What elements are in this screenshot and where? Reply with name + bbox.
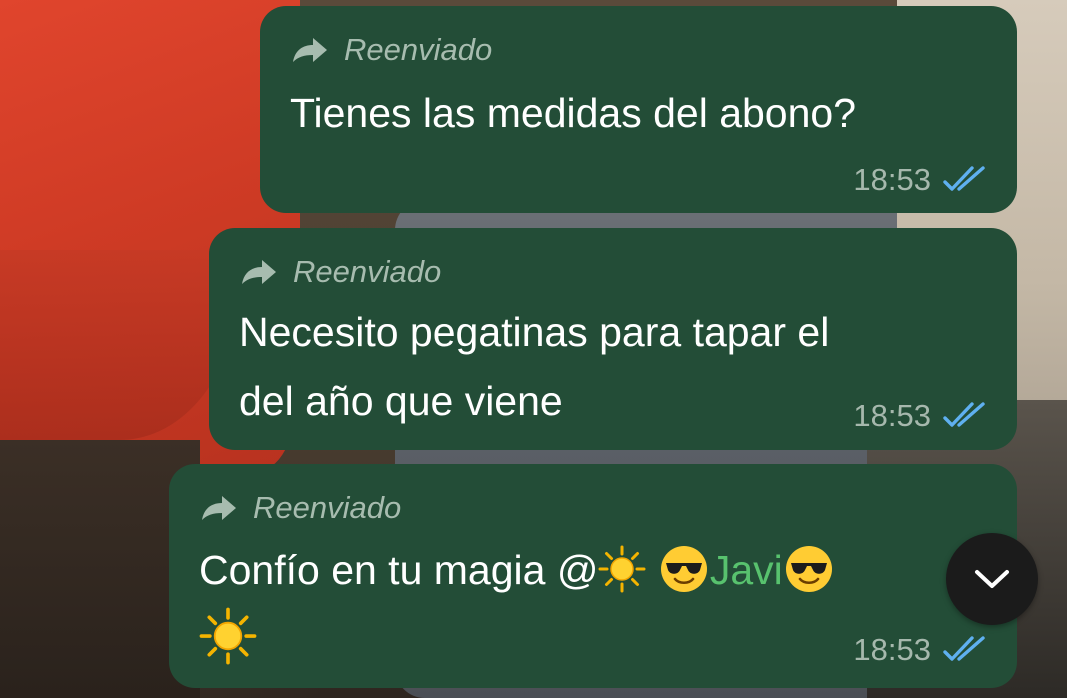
- message-time: 18:53: [853, 632, 931, 667]
- sunglasses-emoji-icon: [783, 543, 835, 595]
- double-check-icon: [943, 165, 989, 195]
- mention-at: @: [556, 547, 599, 593]
- message-bubble[interactable]: Reenviado Tienes las medidas del abono? …: [260, 6, 1017, 213]
- sun-emoji-icon: [199, 607, 257, 665]
- forward-arrow-icon: [199, 493, 239, 523]
- double-check-icon: [943, 635, 989, 665]
- message-bubble[interactable]: Reenviado Necesito pegatinas para tapar …: [209, 228, 1017, 450]
- message-meta: 18:53: [853, 634, 989, 665]
- forwarded-header: Reenviado: [199, 492, 401, 523]
- message-time: 18:53: [853, 398, 931, 433]
- forward-arrow-icon: [290, 35, 330, 65]
- forwarded-label: Reenviado: [253, 490, 402, 525]
- scroll-to-bottom-button[interactable]: [946, 533, 1038, 625]
- message-time: 18:53: [853, 162, 931, 197]
- message-line: del año que viene: [239, 378, 563, 424]
- user-mention[interactable]: @ Javi: [556, 545, 835, 593]
- forwarded-header: Reenviado: [290, 34, 492, 65]
- message-text: Necesito pegatinas para tapar el del año…: [239, 298, 829, 436]
- forwarded-header: Reenviado: [239, 256, 441, 287]
- forward-arrow-icon: [239, 257, 279, 287]
- message-line: Necesito pegatinas para tapar el: [239, 309, 830, 355]
- message-line: [199, 605, 835, 674]
- message-line: Tienes las medidas del abono?: [290, 90, 857, 136]
- message-text-segment: Confío en tu magia: [199, 547, 557, 593]
- mention-name: Javi: [709, 547, 783, 593]
- message-line: Confío en tu magia @ Javi: [199, 536, 835, 605]
- sun-emoji-icon: [598, 545, 646, 593]
- chevron-down-icon: [972, 566, 1012, 592]
- double-check-icon: [943, 401, 989, 431]
- message-text: Confío en tu magia @ Javi: [199, 536, 835, 674]
- sunglasses-emoji-icon: [658, 543, 710, 595]
- message-bubble[interactable]: Reenviado Confío en tu magia @ Javi 18:5…: [169, 464, 1017, 688]
- message-meta: 18:53: [853, 400, 989, 431]
- forwarded-label: Reenviado: [293, 254, 442, 289]
- message-text: Tienes las medidas del abono?: [290, 79, 856, 148]
- message-meta: 18:53: [853, 164, 989, 195]
- forwarded-label: Reenviado: [344, 32, 493, 67]
